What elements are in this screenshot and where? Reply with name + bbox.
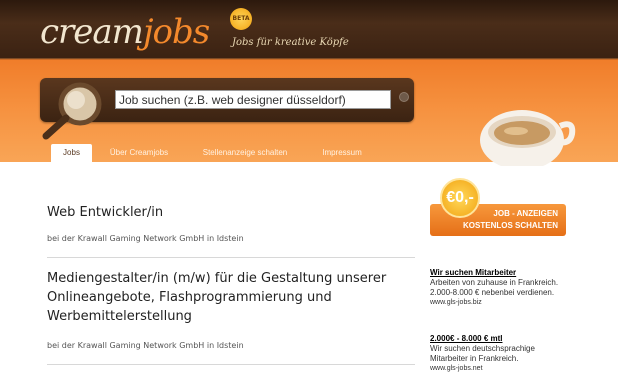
tab-impressum[interactable]: Impressum (310, 144, 374, 162)
ad-title[interactable]: 2.000€ - 8.000 € mtl (430, 334, 580, 344)
tab-ueber-creamjobs[interactable]: Über Creamjobs (99, 144, 179, 162)
magnifier-icon (42, 82, 102, 140)
job-title-line: Werbemittelerstellung (47, 309, 192, 324)
job-title-line: Onlineangebote, Flashprogrammierung und (47, 290, 332, 305)
promo-line-2: KOSTENLOS SCHALTEN (463, 221, 558, 230)
ad-text: 2.000-8.000 € nebenbei verdienen. (430, 288, 555, 297)
logo-jobs: jobs (142, 12, 210, 52)
job-title-line: Mediengestalter/in (m/w) für die Gestalt… (47, 271, 387, 286)
ad-text: Mitarbeiter in Frankreich. (430, 354, 519, 363)
tab-stellenanzeige-schalten[interactable]: Stellenanzeige schalten (190, 144, 300, 162)
ad-text: Arbeiten von zuhause in Frankreich. (430, 278, 559, 287)
job-company: bei der Krawall Gaming Network GmbH in I… (47, 234, 244, 243)
logo[interactable]: creamjobs (40, 12, 210, 52)
divider (47, 257, 415, 258)
ad-title[interactable]: Wir suchen Mitarbeiter (430, 268, 580, 278)
euro-coin-icon: €0,- (440, 178, 480, 218)
search-input[interactable] (115, 90, 391, 109)
main-nav: Jobs Über Creamjobs Stellenanzeige schal… (0, 144, 618, 162)
job-title[interactable]: Mediengestalter/in (m/w) für die Gestalt… (47, 269, 407, 326)
ad-block[interactable]: Wir suchen Mitarbeiter Arbeiten von zuha… (430, 268, 580, 308)
job-company: bei der Krawall Gaming Network GmbH in I… (47, 341, 244, 350)
divider (47, 364, 415, 365)
search-button[interactable] (399, 92, 409, 102)
ad-url[interactable]: www.gls-jobs.net (430, 364, 580, 374)
logo-cream: cream (40, 12, 144, 52)
ad-block[interactable]: 2.000€ - 8.000 € mtl Wir suchen deutschs… (430, 334, 580, 374)
tagline: Jobs für kreative Köpfe (232, 37, 349, 48)
free-ad-promo[interactable]: JOB - ANZEIGEN KOSTENLOS SCHALTEN €0,- (430, 178, 566, 238)
beta-badge: BETA (230, 8, 252, 30)
ad-text: Wir suchen deutschsprachige (430, 344, 535, 353)
job-title[interactable]: Web Entwickler/in (47, 203, 407, 222)
ad-url[interactable]: www.gls-jobs.biz (430, 298, 580, 308)
tab-jobs[interactable]: Jobs (51, 144, 92, 162)
